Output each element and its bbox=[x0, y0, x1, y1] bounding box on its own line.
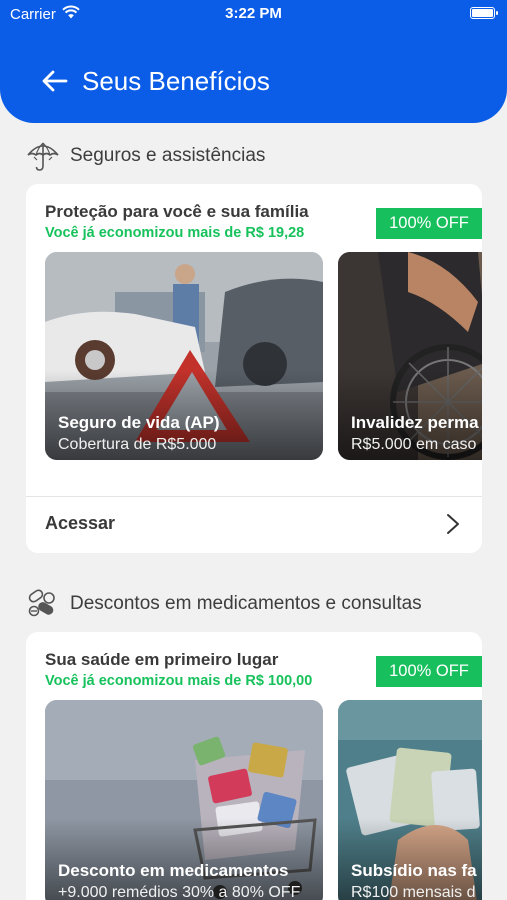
tile-title: Invalidez perma bbox=[351, 413, 479, 432]
section-label: Seguros e assistências bbox=[70, 145, 266, 166]
tile-subtitle: +9.000 remédios 30% a 80% OFF bbox=[58, 884, 301, 900]
access-label: Acessar bbox=[45, 513, 116, 533]
section-label: Descontos em medicamentos e consultas bbox=[70, 593, 422, 614]
benefit-card-insurance: Proteção para você e sua família Você já… bbox=[26, 184, 482, 553]
access-button[interactable]: Acessar bbox=[26, 497, 482, 553]
status-bar: Carrier 3:22 PM bbox=[0, 0, 507, 28]
tile-title: Subsídio nas fa bbox=[351, 861, 477, 880]
discount-badge: 100% OFF bbox=[376, 656, 482, 687]
savings-text: Você já economizou mais de R$ 19,28 bbox=[45, 225, 305, 241]
benefit-card-health: Sua saúde em primeiro lugar Você já econ… bbox=[26, 632, 482, 900]
tile-subtitle: R$5.000 em caso bbox=[351, 436, 477, 453]
card-title: Sua saúde em primeiro lugar bbox=[45, 650, 279, 669]
section-heading-discounts: Descontos em medicamentos e consultas bbox=[26, 587, 422, 621]
benefit-tile-life-insurance[interactable]: Seguro de vida (AP) Cobertura de R$5.000 bbox=[45, 252, 323, 460]
savings-text: Você já economizou mais de R$ 100,00 bbox=[45, 673, 313, 689]
benefit-tile-disability[interactable]: Invalidez perma R$5.000 em caso bbox=[338, 252, 482, 460]
tile-title: Seguro de vida (AP) bbox=[58, 413, 220, 432]
section-heading-insurance: Seguros e assistências bbox=[26, 139, 265, 173]
pills-icon bbox=[28, 589, 55, 617]
battery-icon bbox=[470, 7, 498, 19]
tile-subtitle: Cobertura de R$5.000 bbox=[58, 436, 217, 453]
card-title: Proteção para você e sua família bbox=[45, 202, 309, 221]
status-time: 3:22 PM bbox=[225, 5, 282, 22]
discount-badge: 100% OFF bbox=[376, 208, 482, 239]
back-arrow-icon[interactable] bbox=[40, 66, 70, 96]
tile-title: Desconto em medicamentos bbox=[58, 861, 289, 880]
umbrella-icon bbox=[27, 142, 59, 171]
page-title: Seus Benefícios bbox=[82, 66, 270, 96]
chevron-right-icon bbox=[447, 514, 459, 534]
benefit-tile-pharmacy-subsidy[interactable]: Subsídio nas fa R$100 mensais d bbox=[338, 700, 482, 900]
tile-subtitle: R$100 mensais d bbox=[351, 884, 476, 900]
app-header: Carrier 3:22 PM Seus Benefícios bbox=[0, 0, 507, 123]
benefit-tile-medication-discount[interactable]: Desconto em medicamentos +9.000 remédios… bbox=[45, 700, 323, 900]
